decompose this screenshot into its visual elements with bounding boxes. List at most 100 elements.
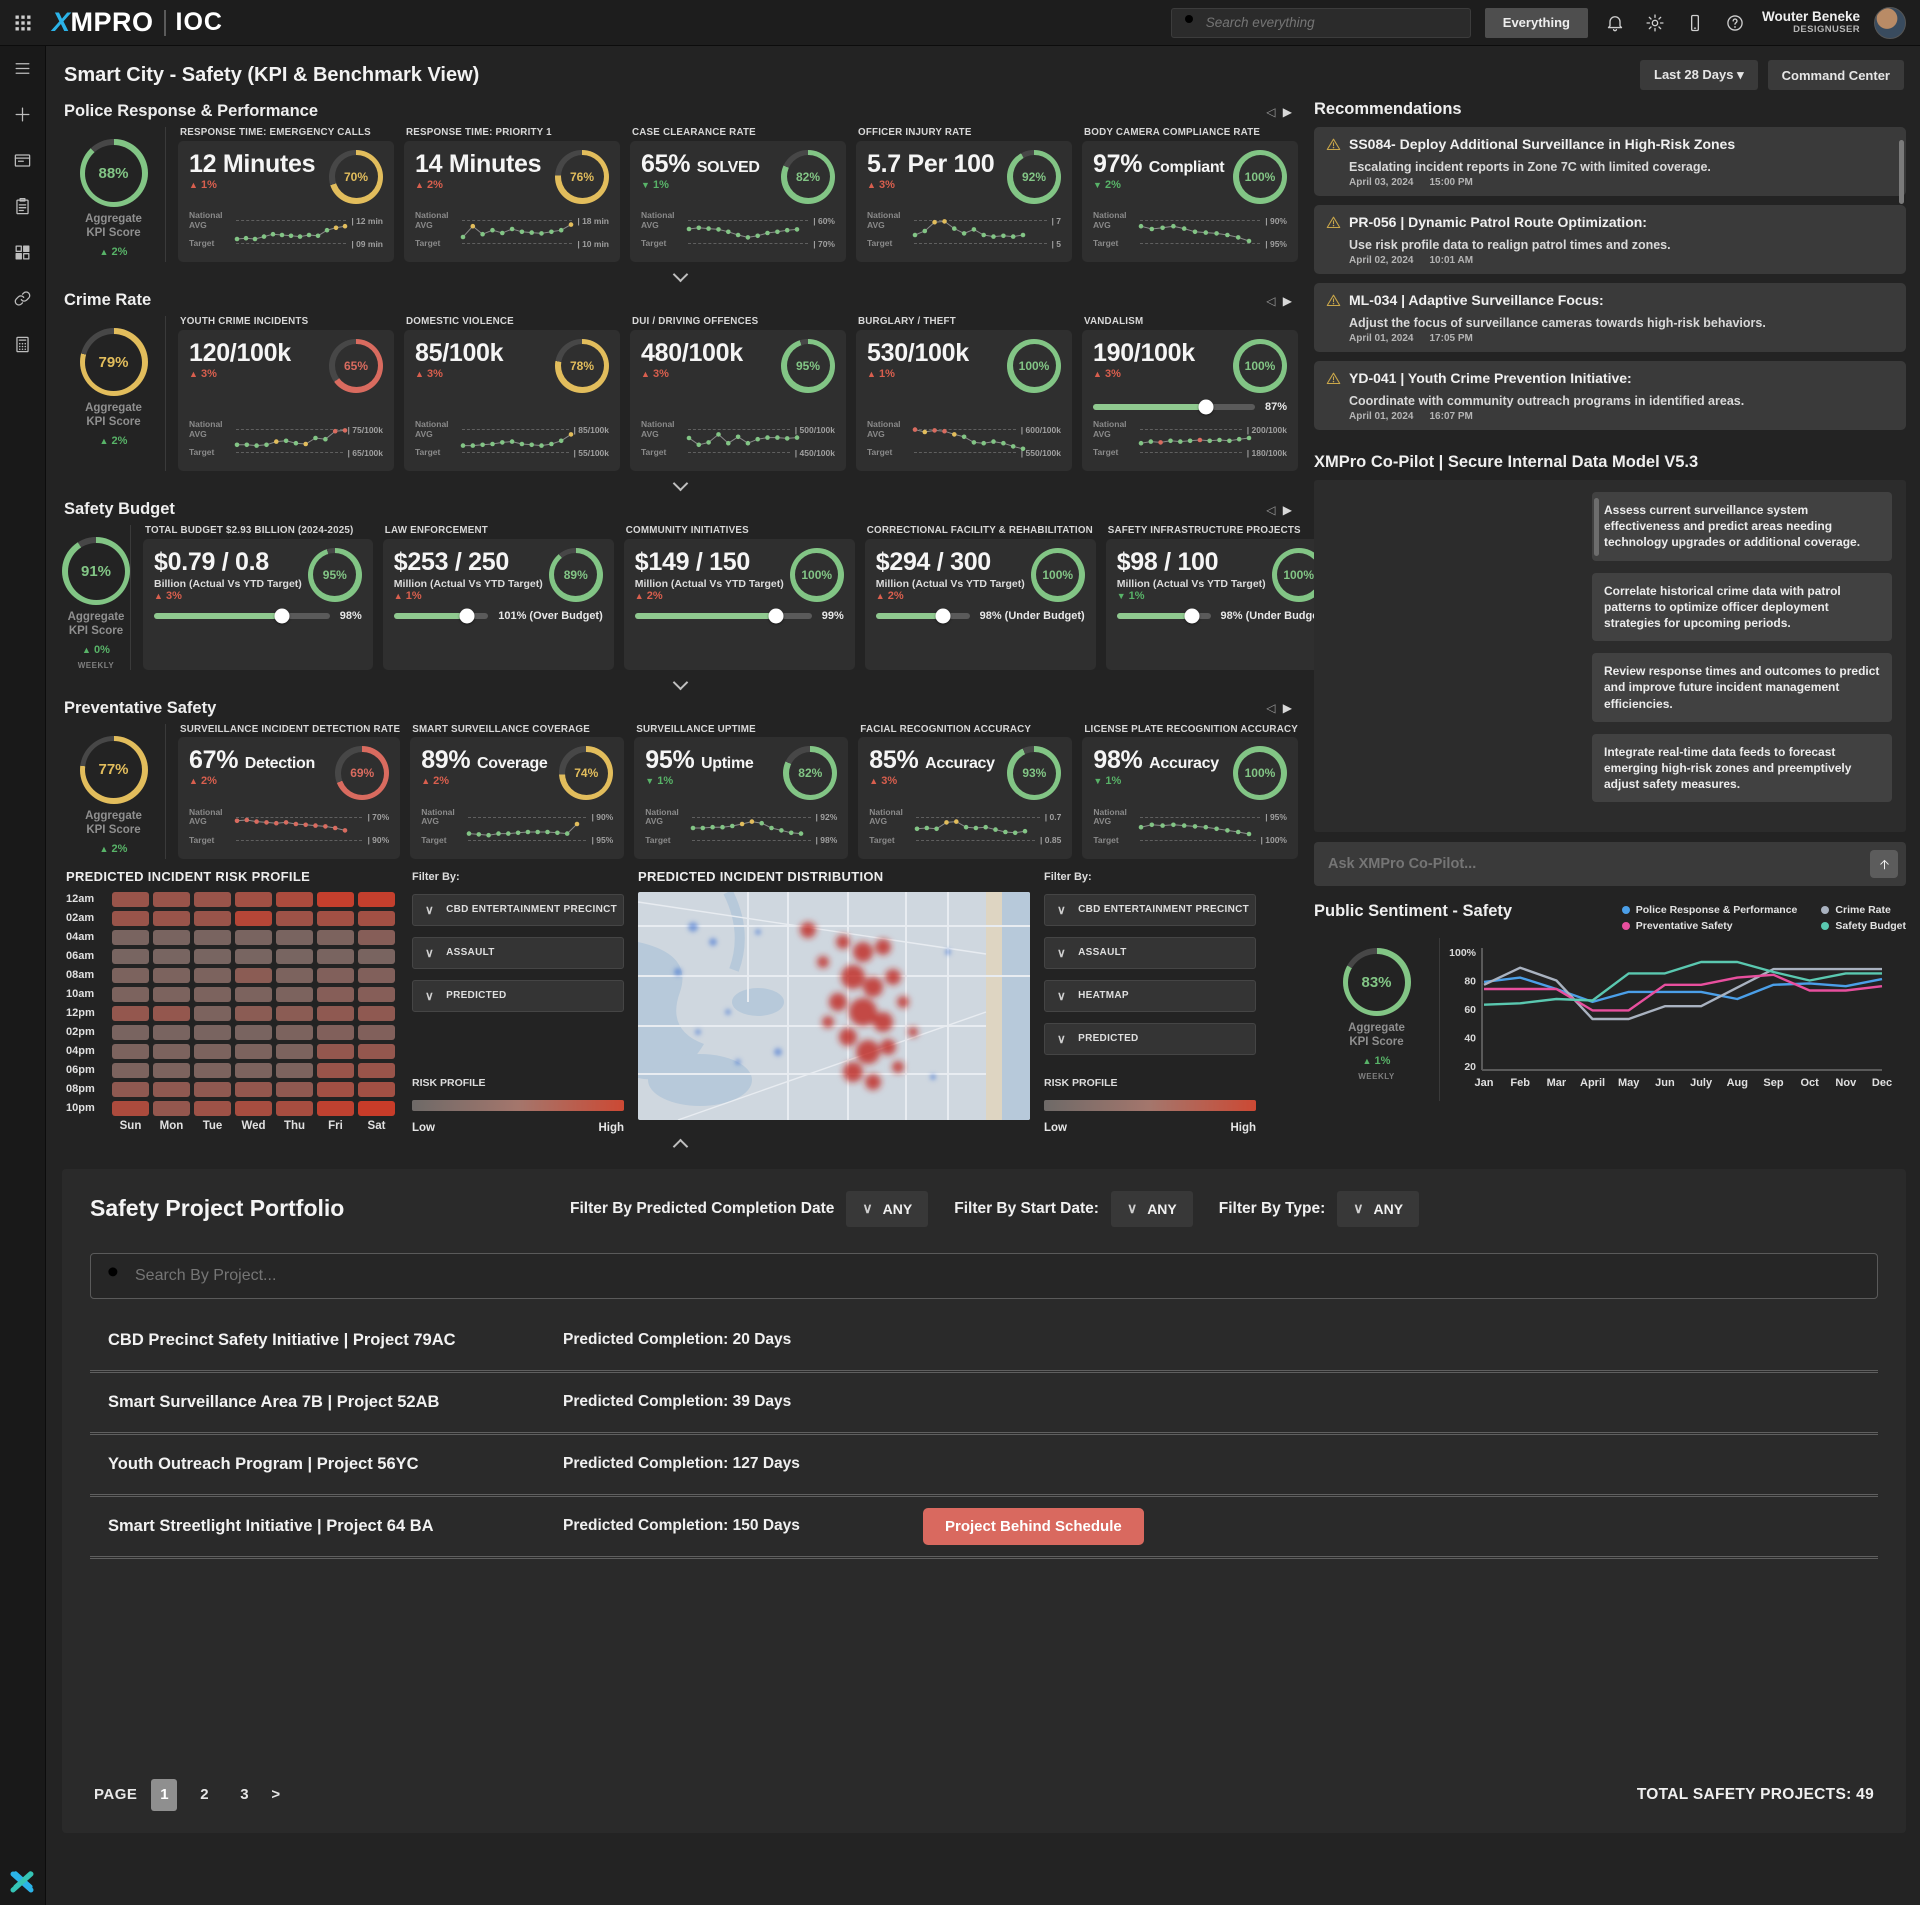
kpi-slider[interactable]: 99%: [634, 608, 844, 624]
global-search[interactable]: fill="none" stroke="currentColor" stroke…: [1170, 7, 1471, 38]
project-search-input[interactable]: [135, 1266, 1863, 1285]
kpi-card[interactable]: COMMUNITY INITIATIVES $149 / 150 Million (…: [623, 525, 855, 670]
bell-icon[interactable]: [1602, 10, 1628, 36]
kpi-card[interactable]: DOMESTIC VIOLENCE 85/100k ▲ 3% 78% National A…: [404, 316, 620, 471]
next-page-button[interactable]: >: [271, 1786, 280, 1803]
scrollbar[interactable]: [1899, 140, 1904, 204]
kpi-card[interactable]: BURGLARY / THEFT 530/100k ▲ 1% 100% National…: [856, 316, 1072, 471]
heatmap-cell: [112, 1043, 149, 1059]
recommendation-item[interactable]: SS084- Deploy Additional Surveillance in…: [1314, 127, 1906, 196]
kpi-card[interactable]: OFFICER INJURY RATE 5.7 Per 100 ▲ 3% 92% Nat…: [856, 127, 1072, 262]
filter-dropdown[interactable]: ∨ PREDICTED: [1044, 1022, 1256, 1055]
kpi-section: Crime Rate ◁ ▶ 79% Aggregate KPI Score ▲ 2% YO…: [62, 289, 1298, 492]
kpi-slider[interactable]: 98%: [154, 608, 362, 624]
recommendation-item[interactable]: ML-034 | Adaptive Surveillance Focus: Adj…: [1314, 283, 1906, 352]
send-button[interactable]: [1870, 850, 1898, 878]
recommendation-item[interactable]: YD-041 | Youth Crime Prevention Initiati…: [1314, 361, 1906, 430]
calculator-icon[interactable]: [11, 332, 35, 356]
section-pager[interactable]: ◁ ▶: [1266, 294, 1294, 308]
kpi-card[interactable]: BODY CAMERA COMPLIANCE RATE 97% Compliant…: [1082, 127, 1298, 262]
delta-indicator: ▲ 3%: [1093, 367, 1121, 380]
svg-text:Mar: Mar: [1547, 1077, 1567, 1089]
search-input[interactable]: [1205, 15, 1460, 30]
heatmap-cell: [194, 929, 231, 945]
page-number-button[interactable]: 1: [151, 1778, 178, 1811]
clipboard-icon[interactable]: [11, 194, 35, 218]
collapse-section-chevron-icon[interactable]: [672, 266, 688, 283]
kpi-card[interactable]: CORRECTIONAL FACILITY & REHABILITATION $2…: [864, 525, 1096, 670]
page-number-button[interactable]: 2: [191, 1779, 217, 1811]
incident-map[interactable]: [638, 891, 1030, 1120]
kpi-card[interactable]: SURVEILLANCE INCIDENT DETECTION RATE 67% …: [178, 724, 401, 859]
kpi-card[interactable]: FACIAL RECOGNITION ACCURACY 85% Accuracy ▲…: [858, 724, 1073, 859]
portfolio-filter-dropdown[interactable]: ∨ ANY: [846, 1190, 929, 1227]
mobile-icon[interactable]: [1682, 10, 1708, 36]
filter-dropdown[interactable]: ∨ PREDICTED: [412, 979, 624, 1012]
copilot-suggestion[interactable]: Assess current surveillance system effec…: [1592, 492, 1892, 561]
warning-icon: [1326, 370, 1341, 389]
gear-icon[interactable]: [1642, 10, 1668, 36]
filter-dropdown[interactable]: ∨ ASSAULT: [1044, 936, 1256, 969]
search-scope-button[interactable]: Everything: [1484, 7, 1588, 38]
section-pager[interactable]: ◁ ▶: [1266, 105, 1294, 119]
command-center-button[interactable]: Command Center: [1767, 60, 1904, 90]
filter-dropdown[interactable]: ∨ HEATMAP: [1044, 979, 1256, 1012]
section-pager[interactable]: ◁ ▶: [1266, 701, 1294, 715]
section-pager[interactable]: ◁ ▶: [1266, 503, 1294, 517]
project-search[interactable]: fill="none" stroke="currentColor" stroke…: [90, 1252, 1878, 1299]
kpi-card[interactable]: YOUTH CRIME INCIDENTS 120/100k ▲ 3% 65% Nati…: [178, 316, 394, 471]
project-row[interactable]: Smart Streetlight Initiative | Project 6…: [90, 1497, 1878, 1559]
user-info[interactable]: Wouter Beneke DESIGNUSER: [1762, 9, 1860, 35]
tiles-icon[interactable]: [11, 240, 35, 264]
kpi-card[interactable]: TOTAL BUDGET $2.93 BILLION (2024-2025) $0…: [143, 525, 373, 670]
heatmap-cell: [235, 1043, 272, 1059]
sentiment-panel: Public Sentiment - Safety Police Respons…: [1314, 902, 1906, 1101]
copilot-suggestion[interactable]: Integrate real-time data feeds to foreca…: [1592, 733, 1892, 803]
window-icon[interactable]: [11, 148, 35, 172]
copilot-suggestion[interactable]: Review response times and outcomes to pr…: [1592, 653, 1892, 722]
kpi-card[interactable]: LICENSE PLATE RECOGNITION ACCURACY 98% Ac…: [1082, 724, 1298, 859]
filter-dropdown[interactable]: ∨ CBD ENTERTAINMENT PRECINCT: [412, 893, 624, 926]
heatmap-cell: [358, 948, 395, 964]
kpi-card[interactable]: LAW ENFORCEMENT $253 / 250 Million (Actual…: [382, 525, 614, 670]
project-row[interactable]: Youth Outreach Program | Project 56YC Pre…: [90, 1435, 1878, 1497]
project-row[interactable]: Smart Surveillance Area 7B | Project 52A…: [90, 1373, 1878, 1435]
portfolio-filter-dropdown[interactable]: ∨ ANY: [1337, 1190, 1420, 1227]
avatar[interactable]: [1874, 6, 1906, 39]
help-icon[interactable]: [1722, 10, 1748, 36]
project-row[interactable]: CBD Precinct Safety Initiative | Project…: [90, 1311, 1878, 1373]
kpi-slider[interactable]: 98% (Under Budget): [1116, 608, 1326, 624]
collapse-section-chevron-icon[interactable]: [672, 1138, 688, 1155]
scrollbar[interactable]: [1594, 498, 1599, 556]
plus-icon[interactable]: [11, 102, 35, 126]
menu-icon[interactable]: [11, 56, 35, 80]
collapse-section-chevron-icon[interactable]: [672, 674, 688, 691]
recommendation-item[interactable]: PR-056 | Dynamic Patrol Route Optimizati…: [1314, 205, 1906, 274]
kpi-slider[interactable]: 87%: [1093, 399, 1287, 415]
behind-schedule-badge[interactable]: Project Behind Schedule: [923, 1507, 1144, 1545]
kpi-card[interactable]: CASE CLEARANCE RATE 65% SOLVED ▼ 1% 82% Nati…: [630, 127, 846, 262]
kpi-card[interactable]: VANDALISM 190/100k ▲ 3% 100% 87% National AVG |…: [1082, 316, 1298, 471]
kpi-slider[interactable]: 101% (Over Budget): [393, 608, 603, 624]
kpi-card-label: OFFICER INJURY RATE: [858, 127, 972, 137]
filter-dropdown[interactable]: ∨ ASSAULT: [412, 936, 624, 969]
filter-dropdown[interactable]: ∨ CBD ENTERTAINMENT PRECINCT: [1044, 893, 1256, 926]
link-icon[interactable]: [11, 286, 35, 310]
portfolio-filter-dropdown[interactable]: ∨ ANY: [1110, 1190, 1193, 1227]
apps-grid-icon[interactable]: [10, 10, 36, 36]
copilot-input[interactable]: [1328, 856, 1870, 872]
date-range-button[interactable]: Last 28 Days ▾: [1640, 60, 1758, 90]
kpi-card[interactable]: RESPONSE TIME: PRIORITY 1 14 Minutes ▲ 2% 7…: [404, 127, 620, 262]
collapse-section-chevron-icon[interactable]: [672, 475, 688, 492]
kpi-card[interactable]: SMART SURVEILLANCE COVERAGE 89% Coverage ▲…: [410, 724, 625, 859]
kpi-card[interactable]: SURVEILLANCE UPTIME 95% Uptime ▼ 1% 82% Nati…: [634, 724, 849, 859]
heatmap-hour-label: 08am: [66, 969, 95, 982]
kpi-card[interactable]: SAFETY INFRASTRUCTURE PROJECTS $98 / 100 M…: [1105, 525, 1337, 670]
heatmap-hour-label: 12am: [66, 893, 95, 906]
copilot-suggestion[interactable]: Correlate historical crime data with pat…: [1592, 572, 1892, 642]
kpi-card[interactable]: DUI / DRIVING OFFENCES 480/100k ▲ 3% 95% Nat…: [630, 316, 846, 471]
chevron-down-icon: ∨: [1057, 902, 1067, 917]
kpi-card[interactable]: RESPONSE TIME: EMERGENCY CALLS 12 Minutes…: [178, 127, 394, 262]
kpi-slider[interactable]: 98% (Under Budget): [875, 608, 1085, 624]
page-number-button[interactable]: 3: [231, 1779, 257, 1811]
